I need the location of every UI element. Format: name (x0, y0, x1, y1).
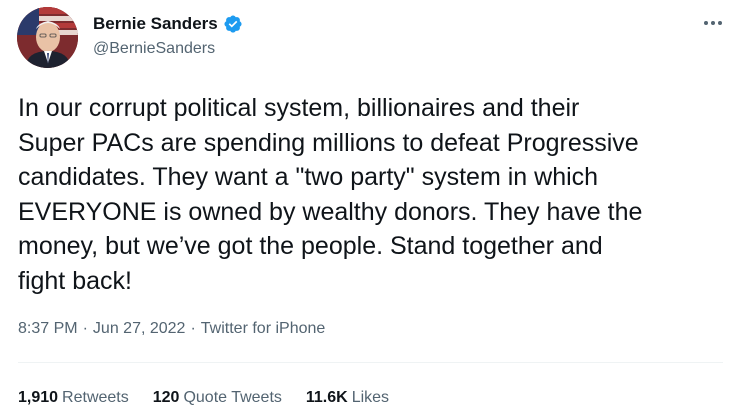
tweet-source[interactable]: Twitter for iPhone (201, 320, 326, 338)
avatar[interactable] (17, 7, 78, 68)
author-name-row[interactable]: Bernie Sanders (93, 14, 243, 34)
divider (18, 362, 723, 363)
likes-label: Likes (351, 389, 390, 406)
tweet-card: Bernie Sanders @BernieSanders In our cor… (0, 0, 741, 412)
meta-separator: · (190, 320, 196, 337)
quote-tweets-label: Quote Tweets (183, 389, 282, 406)
engagement-stats: 1,910 Retweets 120 Quote Tweets 11.6K Li… (18, 389, 389, 407)
likes-count: 11.6K (305, 389, 348, 406)
meta-separator: · (82, 320, 88, 337)
display-name[interactable]: Bernie Sanders (93, 14, 218, 34)
more-horizontal-icon[interactable] (700, 14, 726, 32)
retweets-label: Retweets (62, 389, 129, 406)
tweet-meta: 8:37 PM · Jun 27, 2022 · Twitter for iPh… (18, 320, 325, 338)
tweet-text: In our corrupt political system, billion… (18, 94, 643, 295)
tweet-time[interactable]: 8:37 PM (18, 320, 78, 338)
profile-photo-icon (17, 7, 78, 68)
retweets-count: 1,910 (18, 389, 59, 406)
tweet-date[interactable]: Jun 27, 2022 (93, 320, 186, 338)
retweets-stat[interactable]: 1,910 Retweets (18, 389, 129, 407)
quote-tweets-stat[interactable]: 120 Quote Tweets (153, 389, 282, 407)
quote-tweets-count: 120 (152, 389, 180, 406)
verified-badge-icon (224, 15, 242, 33)
author-handle[interactable]: @BernieSanders (93, 40, 215, 58)
likes-stat[interactable]: 11.6K Likes (306, 389, 389, 407)
